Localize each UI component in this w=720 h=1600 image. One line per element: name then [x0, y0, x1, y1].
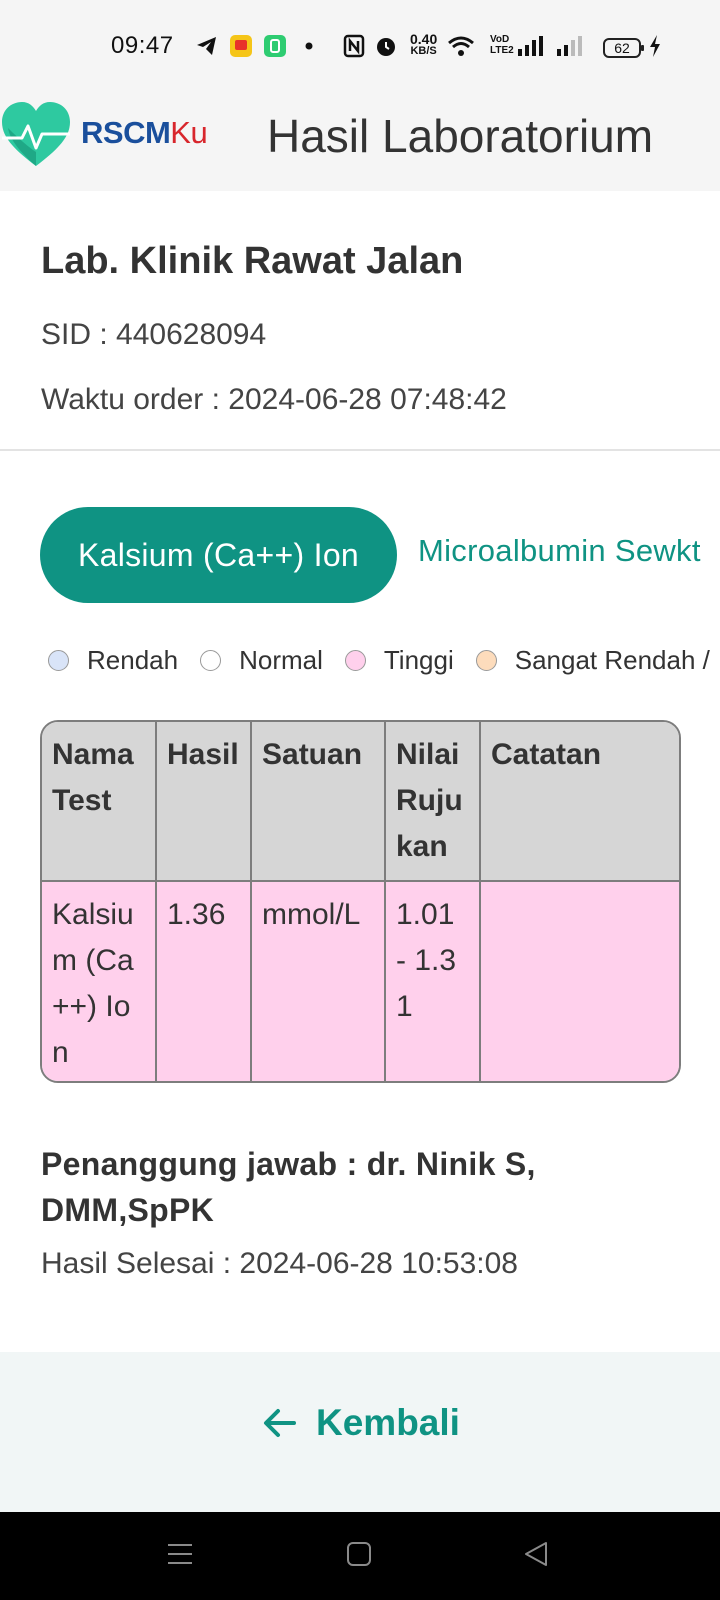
nfc-icon: [343, 34, 365, 58]
legend: Rendah Normal Tinggi Sangat Rendah /: [48, 645, 720, 676]
signal-icon: [517, 34, 543, 58]
alarm-icon: [374, 34, 398, 58]
table-header-row: Nama Test Hasil Satuan Nilai Rujukan Cat…: [42, 722, 679, 882]
finished-time: Hasil Selesai : 2024-06-28 10:53:08: [41, 1247, 518, 1280]
wifi-icon: [447, 34, 475, 58]
tab-microalbumin[interactable]: Microalbumin Sewkt: [418, 533, 701, 569]
page-title: Hasil Laboratorium: [267, 110, 654, 162]
header-catatan: Catatan: [479, 722, 679, 882]
cell-result: 1.36: [155, 880, 252, 1081]
charging-icon: [648, 34, 662, 58]
table-row: Kalsium (Ca++) Ion 1.36 mmol/L 1.01 - 1.…: [42, 880, 679, 1081]
menu-icon[interactable]: [166, 1540, 194, 1568]
cell-reference: 1.01 - 1.31: [384, 880, 481, 1081]
app-badge-icon: [229, 34, 253, 58]
back-button[interactable]: Kembali: [262, 1402, 460, 1444]
speed-unit: KB/S: [410, 45, 437, 57]
header-satuan: Satuan: [250, 722, 386, 882]
back-button-label: Kembali: [316, 1402, 460, 1443]
legend-label-sangat-rendah: Sangat Rendah /: [514, 645, 710, 675]
tab-kalsium[interactable]: Kalsium (Ca++) Ion: [40, 507, 397, 603]
app-header: RSCMKu Hasil Laboratorium: [0, 95, 720, 191]
back-icon[interactable]: [522, 1540, 550, 1568]
header-hasil: Hasil: [155, 722, 252, 882]
responsible-doctor: Penanggung jawab : dr. Ninik S, DMM,SpPK: [41, 1146, 536, 1228]
legend-label-rendah: Rendah: [87, 645, 179, 675]
legend-item-rendah: Rendah: [48, 645, 178, 676]
order-time-text: Waktu order : 2024-06-28 07:48:42: [41, 383, 507, 416]
rscm-heart-logo-icon: [2, 102, 70, 166]
volte-bottom: LTE2: [490, 45, 514, 56]
cell-unit: mmol/L: [250, 880, 386, 1081]
status-bar: 09:47 0.40 KB/S VoD LTE2 62: [0, 0, 720, 95]
sid-text: SID : 440628094: [41, 318, 267, 351]
network-speed: 0.40 KB/S: [410, 31, 438, 57]
cell-note: [479, 880, 679, 1081]
speed-value: 0.40: [410, 31, 438, 47]
volte-badge: VoD LTE2: [490, 34, 514, 56]
legend-label-tinggi: Tinggi: [383, 645, 454, 675]
legend-dot-tinggi: [344, 650, 366, 671]
cell-test-name: Kalsium (Ca++) Ion: [42, 880, 157, 1081]
brand-part-1: RSCM: [81, 115, 171, 150]
dot-icon: [304, 34, 314, 58]
home-icon[interactable]: [346, 1540, 372, 1568]
signal-weak-icon: [556, 34, 582, 58]
telegram-icon: [195, 34, 219, 58]
legend-label-normal: Normal: [239, 645, 323, 675]
volte-top: VoD: [490, 34, 510, 45]
system-nav-bar: [0, 1512, 720, 1600]
lab-name: Lab. Klinik Rawat Jalan: [41, 240, 464, 282]
header-nama-test: Nama Test: [42, 722, 157, 882]
legend-dot-rendah: [48, 650, 69, 671]
header-nilai-rujukan: Nilai Rujukan: [384, 722, 481, 882]
legend-item-normal: Normal: [200, 645, 323, 676]
legend-item-sangat-rendah: Sangat Rendah /: [475, 645, 710, 676]
status-time: 09:47: [111, 32, 174, 59]
legend-item-tinggi: Tinggi: [344, 645, 454, 676]
legend-dot-normal: [200, 650, 222, 671]
footer: Kembali: [0, 1352, 720, 1512]
app-square-icon: [263, 34, 287, 58]
brand-part-2: Ku: [170, 115, 208, 150]
results-table: Nama Test Hasil Satuan Nilai Rujukan Cat…: [40, 720, 681, 1083]
legend-dot-sangat-rendah: [475, 650, 497, 671]
brand-name: RSCMKu: [81, 115, 208, 151]
arrow-left-icon: [264, 1409, 296, 1437]
battery-indicator: 62: [603, 38, 644, 58]
divider: [0, 449, 720, 451]
